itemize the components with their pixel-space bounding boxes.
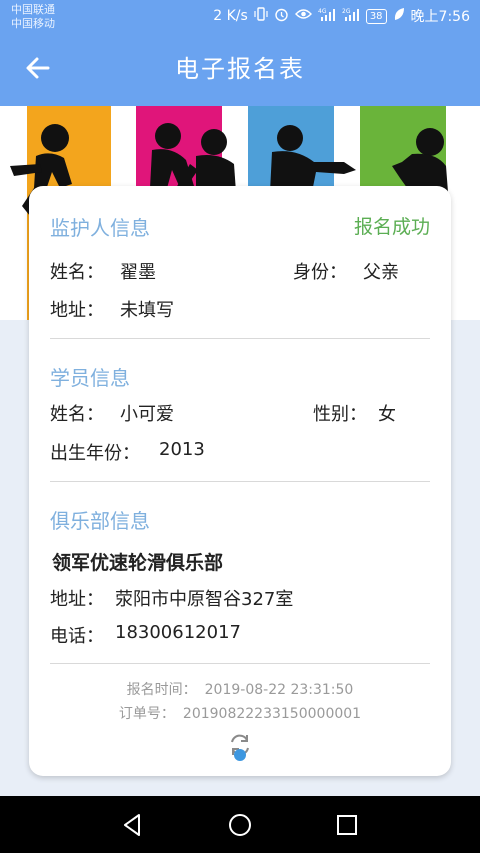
- student-name-value: 小可爱: [120, 404, 174, 425]
- leaf-icon: [393, 7, 405, 25]
- nav-recents-button[interactable]: [332, 810, 362, 840]
- page-title: 电子报名表: [175, 55, 305, 83]
- recents-square-icon: [337, 815, 357, 835]
- divider: [50, 338, 430, 339]
- system-nav-bar: [0, 796, 480, 853]
- app-bar: 电子报名表: [0, 32, 480, 106]
- student-gender-label: 性别：: [313, 404, 367, 425]
- club-phone-value: 18300612017: [115, 622, 241, 643]
- club-name: 领军优速轮滑俱乐部: [52, 552, 224, 574]
- club-address-label: 地址：: [50, 589, 104, 610]
- club-phone-label: 电话：: [50, 626, 104, 647]
- guardian-section-title: 监护人信息: [50, 216, 150, 240]
- back-triangle-icon: [124, 814, 140, 836]
- nav-home-button[interactable]: [225, 810, 255, 840]
- status-indicators: 2 K/s 4G 2G 38 晚上7:56: [213, 6, 470, 26]
- registration-card: 监护人信息 报名成功 姓名： 翟墨 身份： 父亲 地址： 未填写 学员信息 姓名…: [29, 186, 451, 776]
- carrier-1: 中国联通: [11, 3, 55, 16]
- registration-time-value: 2019-08-22 23:31:50: [204, 682, 354, 698]
- divider: [50, 663, 430, 664]
- svg-text:2G: 2G: [342, 8, 351, 15]
- battery-icon: 38: [365, 8, 387, 24]
- registration-time-label: 报名时间：: [126, 682, 197, 698]
- signal-4g-icon: 4G: [318, 7, 336, 26]
- club-address-value: 荥阳市中原智谷327室: [115, 589, 294, 610]
- guardian-address-value: 未填写: [120, 300, 174, 321]
- student-gender-value: 女: [378, 404, 396, 425]
- svg-text:4G: 4G: [318, 8, 327, 15]
- divider: [50, 481, 430, 482]
- student-section-title: 学员信息: [50, 366, 130, 390]
- refresh-button[interactable]: [227, 732, 253, 762]
- guardian-name-value: 翟墨: [120, 262, 156, 283]
- student-birth-label: 出生年份：: [50, 443, 140, 464]
- order-number-label: 订单号：: [118, 706, 175, 722]
- alarm-icon: [274, 7, 289, 26]
- guardian-identity-label: 身份：: [293, 262, 347, 283]
- registration-time: 报名时间： 2019-08-22 23:31:50: [29, 679, 451, 699]
- refresh-icon: [231, 734, 249, 761]
- club-section-title: 俱乐部信息: [50, 509, 150, 533]
- order-number-value: 20190822233150000001: [182, 706, 362, 722]
- network-speed: 2 K/s: [213, 8, 248, 24]
- carrier-2: 中国移动: [11, 17, 55, 30]
- vibrate-icon: [254, 7, 268, 25]
- signal-2g-icon: 2G: [342, 7, 360, 26]
- status-bar: 中国联通 中国移动 2 K/s 4G 2G 38 晚上7:56: [0, 0, 480, 32]
- student-birth-value: 2013: [159, 439, 205, 460]
- student-name-label: 姓名：: [50, 404, 104, 425]
- order-number: 订单号： 20190822233150000001: [29, 703, 451, 723]
- guardian-address-label: 地址：: [50, 300, 104, 321]
- clock: 晚上7:56: [410, 9, 470, 25]
- guardian-identity-value: 父亲: [363, 262, 399, 283]
- nav-back-button[interactable]: [118, 810, 148, 840]
- guardian-name-label: 姓名：: [50, 262, 104, 283]
- status-badge: 报名成功: [353, 216, 430, 238]
- eye-icon: [294, 8, 312, 24]
- home-circle-icon: [229, 814, 251, 836]
